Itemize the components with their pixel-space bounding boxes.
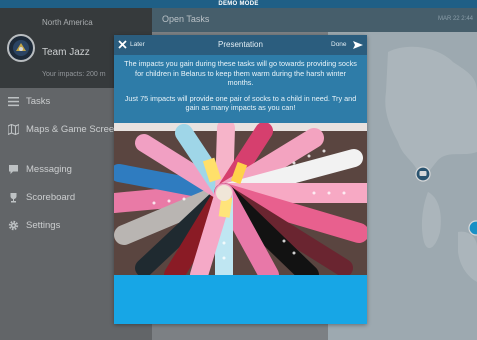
presentation-modal: Later Presentation Done The impacts you … — [114, 35, 367, 324]
modal-header: Later Presentation Done — [114, 35, 367, 55]
modal-title: Presentation — [218, 40, 263, 49]
message-paragraph: The impacts you gain during these tasks … — [124, 59, 357, 87]
send-arrow-icon — [353, 41, 363, 49]
done-button[interactable]: Done — [331, 39, 363, 51]
socks-photo — [114, 123, 367, 275]
demo-mode-banner: DEMO MODE — [0, 0, 477, 8]
done-label: Done — [331, 41, 347, 48]
message-paragraph: Just 75 impacts will provide one pair of… — [124, 93, 357, 113]
